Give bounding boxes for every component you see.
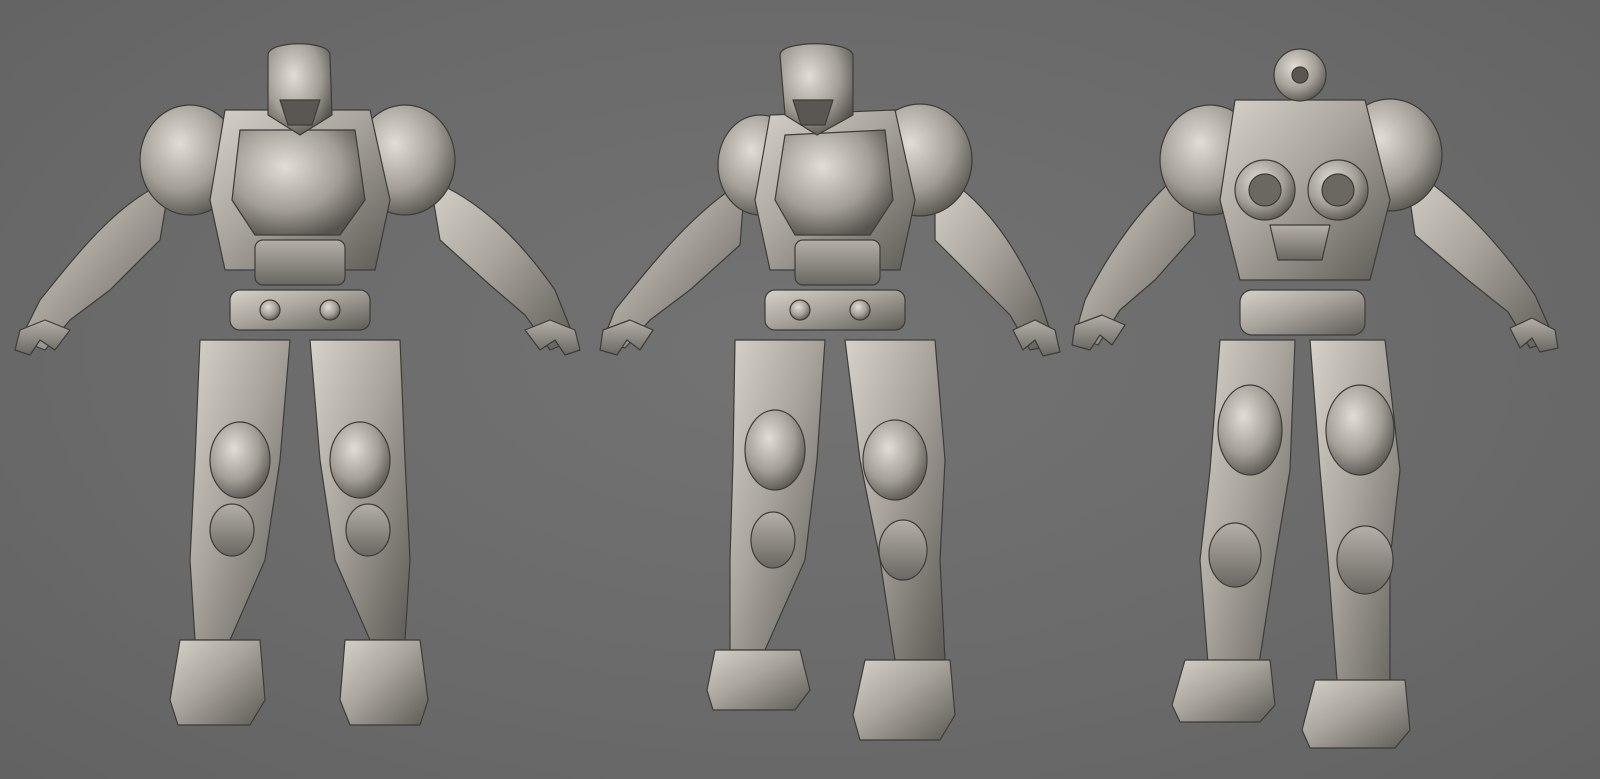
render-viewport	[0, 0, 1600, 779]
armored-figure-three-quarter	[595, 0, 1075, 779]
armored-figure-front	[0, 0, 600, 779]
armored-figure-back	[1070, 0, 1600, 779]
